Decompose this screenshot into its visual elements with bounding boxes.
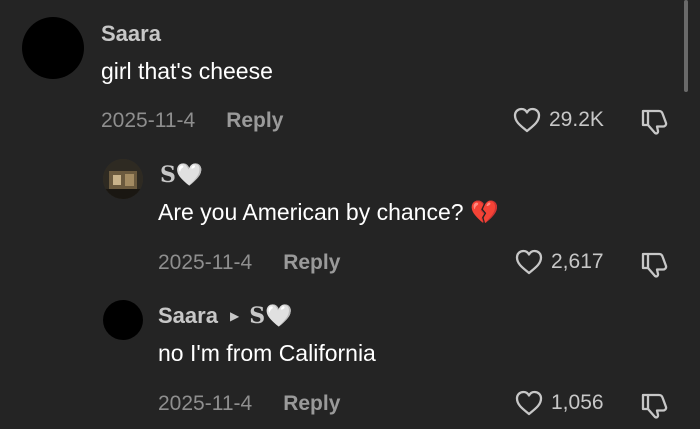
- avatar[interactable]: [22, 17, 84, 79]
- reply-button[interactable]: Reply: [283, 251, 340, 275]
- comment-text: Are you American by chance? 💔: [158, 199, 499, 225]
- comment-text: girl that's cheese: [101, 58, 273, 84]
- comment-username[interactable]: Saara ▶ S🤍: [158, 303, 292, 329]
- like-count: 2,617: [551, 250, 604, 273]
- comment-text: no I'm from California: [158, 340, 376, 366]
- reply-to-username[interactable]: S🤍: [249, 303, 292, 329]
- username-text: Saara: [158, 303, 218, 328]
- thumbs-down-icon[interactable]: [640, 250, 670, 278]
- comment-date: 2025-11-4: [158, 251, 253, 274]
- like-count: 1,056: [551, 391, 604, 414]
- comment-meta: 2025-11-4 Reply: [158, 392, 340, 416]
- comment-meta: 2025-11-4 Reply: [101, 109, 283, 133]
- thumbs-down-icon[interactable]: [640, 107, 670, 135]
- avatar[interactable]: [103, 300, 143, 340]
- comment-username[interactable]: S🤍: [158, 162, 203, 188]
- comment-date: 2025-11-4: [101, 109, 196, 132]
- heart-outline-icon: [515, 249, 543, 275]
- like-button[interactable]: 2,617: [515, 249, 604, 275]
- username-text: S🤍: [160, 162, 204, 188]
- triangle-right-icon: ▶: [229, 309, 240, 323]
- avatar[interactable]: [103, 159, 143, 199]
- thumbs-down-icon[interactable]: [640, 391, 670, 419]
- scrollbar[interactable]: [684, 0, 688, 92]
- comment-meta: 2025-11-4 Reply: [158, 251, 340, 275]
- heart-outline-icon: [513, 107, 541, 133]
- avatar-image: [103, 159, 143, 199]
- like-button[interactable]: 1,056: [515, 390, 604, 416]
- like-count: 29.2K: [549, 108, 604, 131]
- reply-button[interactable]: Reply: [226, 109, 283, 133]
- comment-date: 2025-11-4: [158, 392, 253, 415]
- like-button[interactable]: 29.2K: [513, 107, 604, 133]
- reply-button[interactable]: Reply: [283, 392, 340, 416]
- heart-outline-icon: [515, 390, 543, 416]
- comment-username[interactable]: Saara: [101, 21, 161, 47]
